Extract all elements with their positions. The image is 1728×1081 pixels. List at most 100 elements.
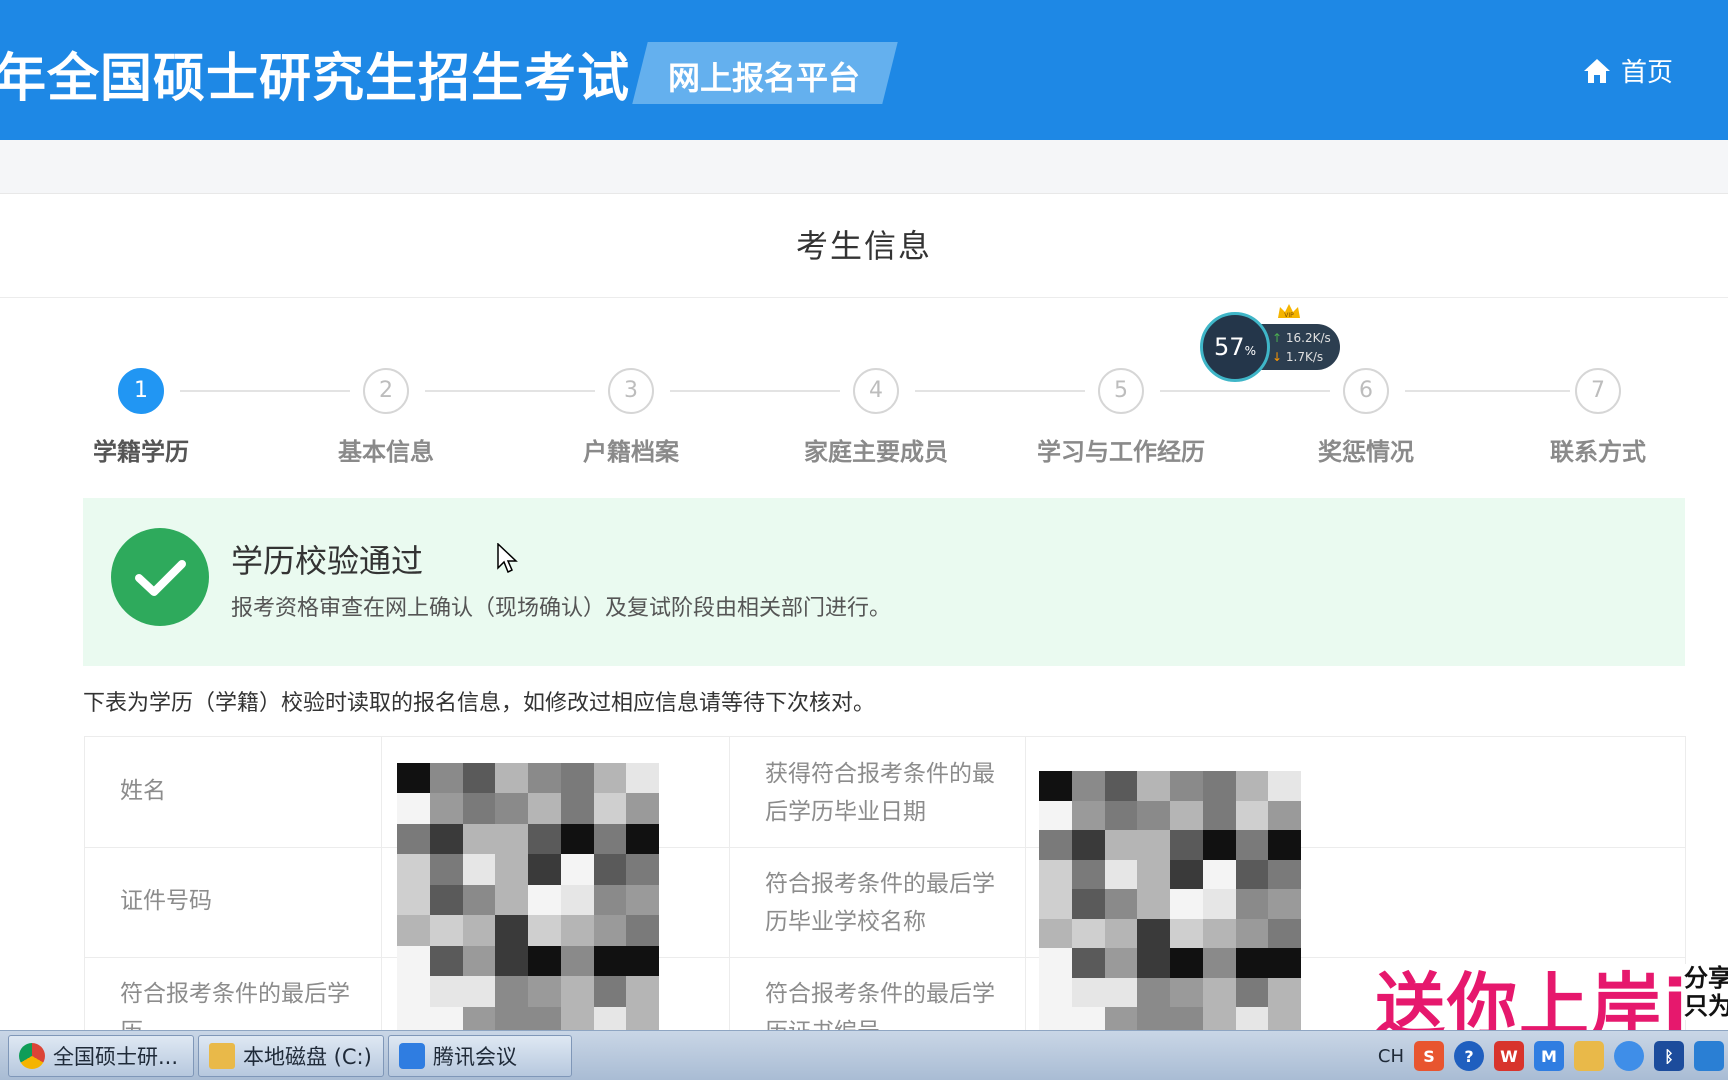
mosaic-cell [593,854,627,885]
step-3-household-record[interactable]: 3 户籍档案 [531,360,731,467]
mosaic-cell [1202,948,1236,978]
upload-arrow-icon: ↑ [1272,331,1283,345]
mosaic-cell [1104,889,1138,919]
mosaic-cell [1104,771,1138,801]
tencent-meeting-icon [399,1043,425,1069]
mosaic-cell [560,884,594,916]
mosaic-cell [1137,918,1170,949]
mosaic-cell [495,823,528,855]
mosaic-cell [1202,859,1236,890]
taskbar-item-chrome[interactable]: 全国硕士研... [8,1035,194,1077]
vip-crown-icon: VIP [1278,304,1300,319]
mosaic-cell [1202,918,1236,949]
site-title: 年全国硕士研究生招生考试 [0,49,631,109]
mosaic-cell [1104,830,1138,860]
mosaic-cell [397,854,430,885]
mosaic-cell [626,854,659,885]
mosaic-cell [1039,771,1072,801]
mosaic-cell [397,915,430,946]
mosaic-cell [1104,948,1138,978]
speed-percent: 57% [1200,312,1270,382]
alert-title: 学历校验通过 [231,542,424,580]
mosaic-cell [528,823,561,855]
mosaic-cell [1235,800,1269,831]
input-language[interactable]: CH [1378,1046,1404,1067]
check-circle-icon [111,528,209,626]
system-tray: CH S ? W M ᛒ [1372,1031,1728,1081]
step-label: 学籍学历 [93,438,189,466]
folder-tray-icon[interactable] [1574,1041,1604,1071]
mosaic-cell [560,945,594,977]
mosaic-cell [528,793,561,824]
mosaic-cell [1071,889,1105,919]
mosaic-cell [593,823,627,855]
mosaic-cell [1235,948,1269,978]
step-5-study-work-history[interactable]: 5 学习与工作经历 [1021,360,1221,467]
sogou-ime-icon[interactable]: S [1414,1041,1444,1071]
label-graduation-date: 获得符合报考条件的最后学历毕业日期 [765,761,995,825]
mosaic-cell [429,915,463,946]
taskbar-item-explorer[interactable]: 本地磁盘 (C:) [198,1035,384,1077]
network-icon[interactable] [1694,1041,1724,1071]
mosaic-cell [397,884,430,916]
svg-text:VIP: VIP [1284,312,1294,319]
step-4-family-members[interactable]: 4 家庭主要成员 [776,360,976,467]
column-divider [381,737,382,1035]
mosaic-cell [1104,918,1138,949]
step-1-academic-record[interactable]: 1 学籍学历 [41,360,241,467]
mosaic-cell [593,763,627,794]
bluetooth-icon[interactable]: ᛒ [1654,1041,1684,1071]
mosaic-cell [429,793,463,824]
mosaic-cell [560,793,594,824]
mosaic-cell [1071,918,1105,949]
mosaic-cell [429,763,463,794]
label-graduation-school: 符合报考条件的最后学历毕业学校名称 [765,871,995,935]
step-number: 5 [1098,368,1144,414]
tencent-meeting-tray-icon[interactable]: M [1534,1041,1564,1071]
step-label: 学习与工作经历 [1037,438,1205,466]
wps-icon[interactable]: W [1494,1041,1524,1071]
platform-badge: 网上报名平台 [668,59,861,97]
mosaic-cell [1202,977,1236,1008]
mosaic-cell [560,915,594,946]
download-speed: ↓ 1.7K/s [1272,350,1324,364]
verification-success-alert: 学历校验通过 报考资格审查在网上确认（现场确认）及复试阶段由相关部门进行。 [83,498,1685,666]
step-number: 4 [853,368,899,414]
mosaic-cell [1268,771,1301,801]
mosaic-cell [1170,918,1203,949]
mosaic-cell [1137,948,1170,978]
mosaic-cell [626,793,659,824]
label-id-number: 证件号码 [120,888,212,914]
mosaic-cell [626,823,659,855]
row-divider [85,847,1685,848]
mosaic-cell [593,945,627,977]
mosaic-cell [1202,771,1236,801]
step-label: 基本信息 [338,438,434,466]
home-link[interactable]: 首页 [1583,52,1673,89]
mosaic-cell [593,793,627,824]
mosaic-cell [1268,859,1301,890]
mosaic-cell [1268,800,1301,831]
net-speed-widget[interactable]: 57% ↑ 16.2K/s ↓ 1.7K/s VIP [1200,304,1342,382]
mosaic-cell [528,763,561,794]
taskbar-item-tencent-meeting[interactable]: 腾讯会议 [388,1035,572,1077]
label-name: 姓名 [120,778,166,804]
mosaic-cell [1170,889,1203,919]
mosaic-cell [429,823,463,855]
mosaic-cell [1268,889,1301,919]
mosaic-cell [397,823,430,855]
step-2-basic-info[interactable]: 2 基本信息 [286,360,486,467]
baidu-netdisk-icon[interactable] [1614,1041,1644,1071]
redacted-values-left [397,763,659,1035]
chrome-icon [19,1043,45,1069]
folder-icon [209,1043,235,1069]
step-7-contact-info[interactable]: 7 联系方式 [1498,360,1698,467]
step-label: 奖惩情况 [1318,438,1414,466]
label-last-degree: 符合报考条件的最后学历 [120,981,350,1036]
mosaic-cell [397,945,430,977]
mosaic-cell [1235,771,1269,801]
mosaic-cell [462,884,496,916]
help-icon[interactable]: ? [1454,1041,1484,1071]
mosaic-cell [1202,889,1236,919]
step-number: 1 [118,368,164,414]
